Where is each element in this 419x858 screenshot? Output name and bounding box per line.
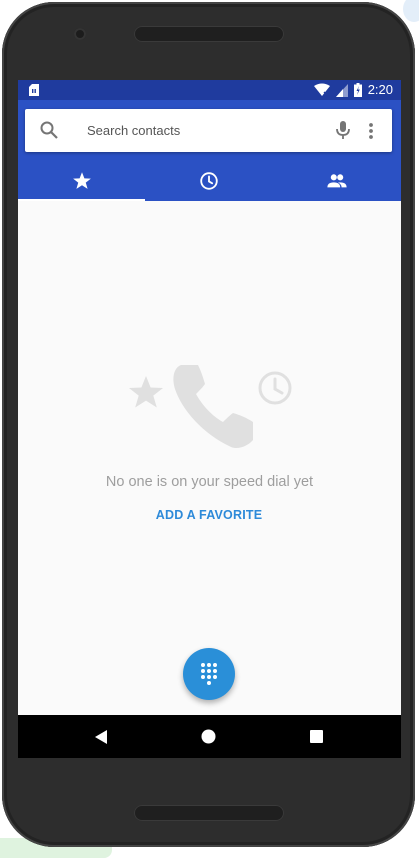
- recents-icon[interactable]: [310, 730, 323, 743]
- speaker-grille-bottom: [134, 805, 284, 821]
- navigation-bar: [18, 715, 401, 758]
- speed-dial-content: No one is on your speed dial yet ADD A F…: [18, 201, 401, 715]
- app-bar: [18, 100, 401, 201]
- search-icon[interactable]: [39, 120, 59, 140]
- sim-card-icon: [29, 84, 39, 96]
- speaker-grille-top: [134, 26, 284, 42]
- dialpad-icon: [201, 663, 217, 685]
- wifi-icon: [313, 83, 330, 97]
- add-favorite-button[interactable]: ADD A FAVORITE: [144, 501, 274, 529]
- front-camera: [74, 28, 86, 40]
- clock-icon: [258, 371, 292, 405]
- background-accent: [403, 0, 419, 22]
- tab-speed-dial[interactable]: [18, 161, 146, 201]
- empty-state-illustration: [129, 365, 292, 449]
- tab-contacts[interactable]: [273, 161, 401, 201]
- home-icon[interactable]: [201, 729, 216, 744]
- clock-icon: [200, 172, 219, 190]
- search-input[interactable]: [87, 109, 327, 152]
- status-time: 2:20: [367, 82, 393, 97]
- star-icon: [129, 376, 163, 408]
- phone-icon: [173, 365, 253, 449]
- signal-icon: [335, 83, 348, 97]
- tab-recents[interactable]: [146, 161, 274, 201]
- dialpad-fab[interactable]: [183, 648, 235, 700]
- screen: 2:20 Search contacts No one is on your s…: [18, 80, 401, 758]
- status-icons: 2:20: [313, 82, 393, 98]
- mic-icon[interactable]: [333, 120, 353, 141]
- tab-bar: [18, 161, 401, 201]
- more-vert-icon[interactable]: [365, 121, 377, 141]
- people-icon: [327, 174, 347, 188]
- star-icon: [72, 172, 91, 189]
- search-box[interactable]: [25, 109, 392, 152]
- status-bar: 2:20: [18, 80, 401, 100]
- empty-state-message: No one is on your speed dial yet: [105, 474, 314, 490]
- back-icon[interactable]: [94, 729, 108, 745]
- battery-icon: [353, 83, 362, 97]
